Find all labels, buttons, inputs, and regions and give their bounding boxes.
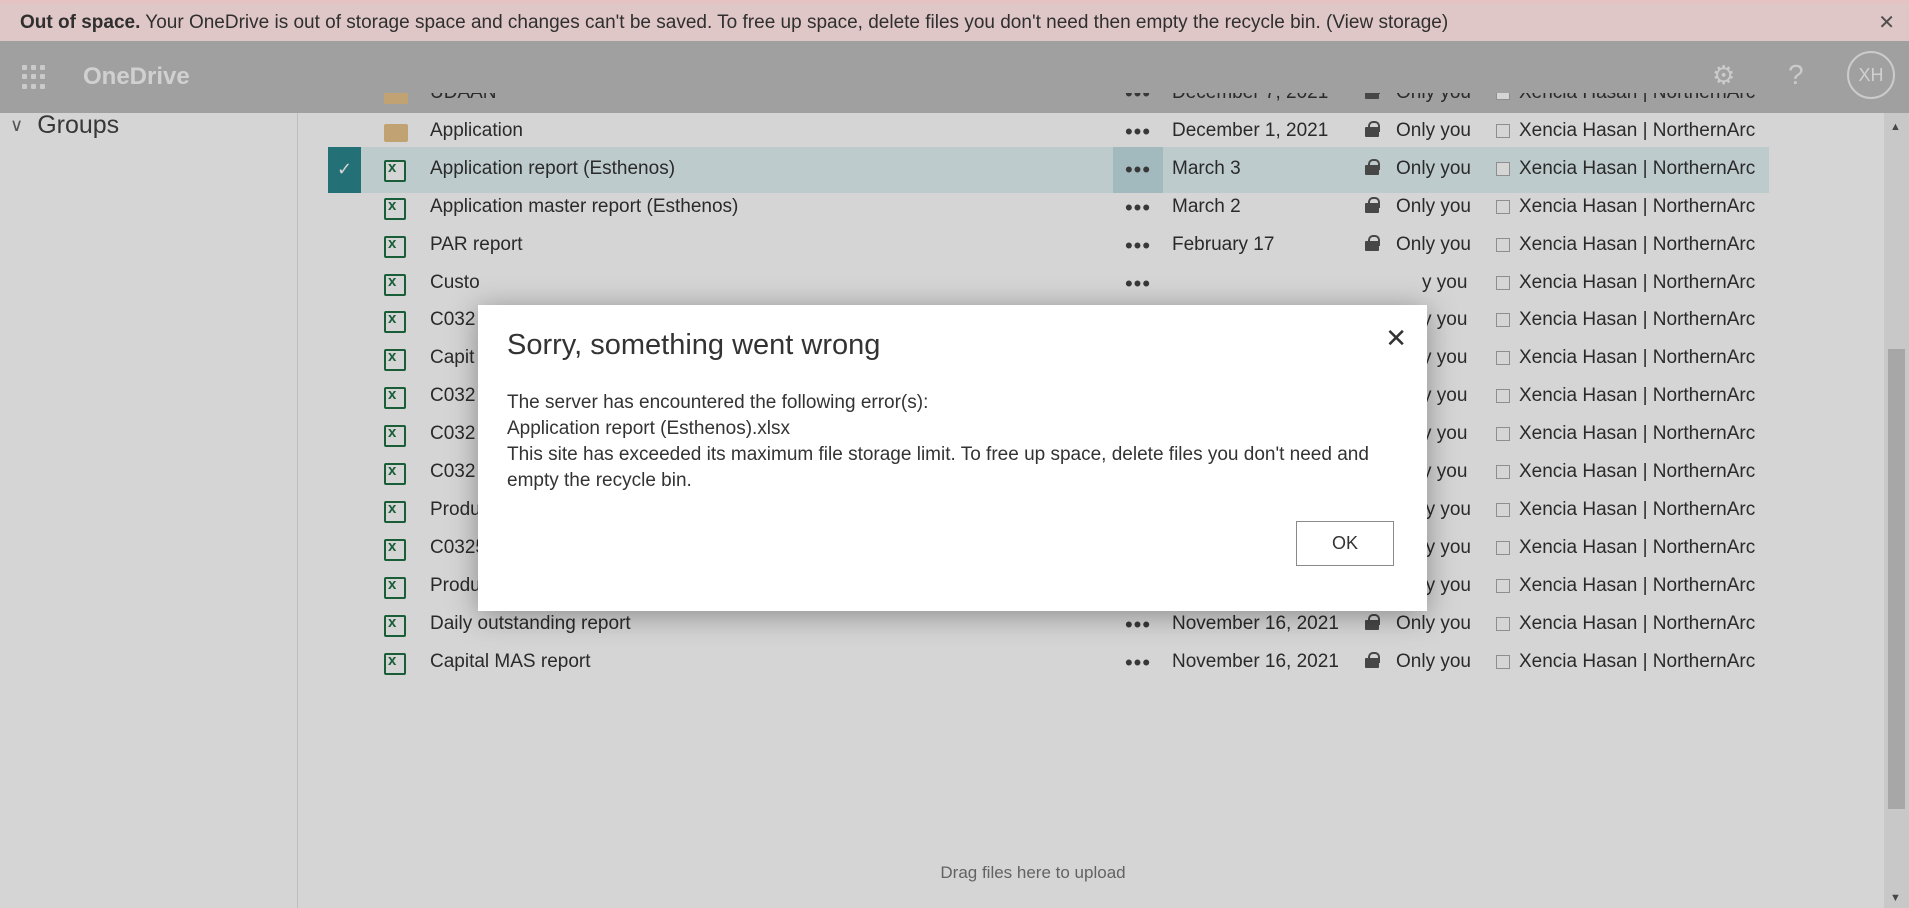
banner-bold-text: Out of space. — [20, 11, 141, 33]
ok-button[interactable]: OK — [1296, 521, 1394, 566]
banner-text: Your OneDrive is out of storage space an… — [140, 11, 1327, 33]
view-storage-link[interactable]: (View storage) — [1326, 12, 1448, 33]
out-of-space-banner: Out of space. Your OneDrive is out of st… — [0, 0, 1909, 45]
error-dialog: Sorry, something went wrong ✕ The server… — [478, 305, 1427, 611]
error-detail: This site has exceeded its maximum file … — [507, 444, 1369, 491]
banner-close-icon[interactable]: ✕ — [1878, 10, 1895, 35]
error-file-name: Application report (Esthenos).xlsx — [507, 418, 791, 439]
dialog-body: The server has encountered the following… — [507, 390, 1397, 494]
dialog-close-icon[interactable]: ✕ — [1385, 323, 1407, 354]
banner-message: Out of space. Your OneDrive is out of st… — [0, 12, 1448, 34]
dialog-title: Sorry, something went wrong — [507, 329, 881, 361]
error-intro: The server has encountered the following… — [507, 392, 929, 413]
